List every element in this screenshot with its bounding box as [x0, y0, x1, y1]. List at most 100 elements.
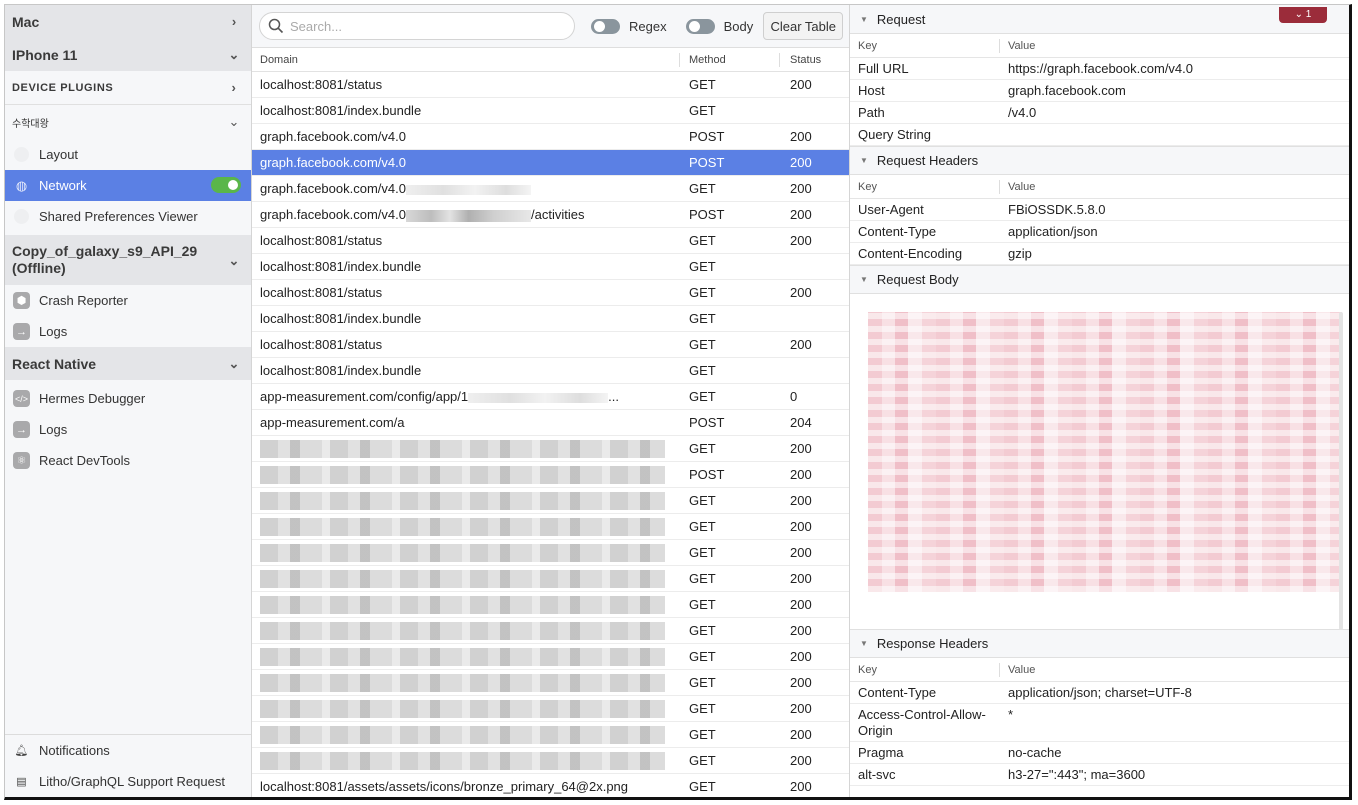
clear-table-button[interactable]: Clear Table — [763, 12, 843, 40]
kv-row[interactable]: Path/v4.0 — [850, 102, 1349, 124]
sidebar-item-shared-preferences[interactable]: Shared Preferences Viewer — [5, 201, 251, 232]
kv-row[interactable]: Content-Type application/json — [850, 221, 1349, 243]
kv-row[interactable]: Access-Control-Allow-Origin * — [850, 704, 1349, 742]
kv-row[interactable]: Query String — [850, 124, 1349, 146]
table-row[interactable]: localhost:8081/assets/assets/icons/bronz… — [252, 774, 849, 797]
redacted-path — [468, 392, 609, 403]
kv-value: * — [1008, 707, 1014, 722]
table-row[interactable]: app-measurement.com/a POST 204 — [252, 410, 849, 436]
table-row[interactable]: GET 200 — [252, 540, 849, 566]
table-row[interactable]: GET 200 — [252, 566, 849, 592]
search-input[interactable] — [290, 18, 560, 34]
body-toggle[interactable]: Body — [685, 18, 753, 34]
table-row[interactable]: localhost:8081/status GET 200 — [252, 228, 849, 254]
table-row[interactable]: GET 200 — [252, 436, 849, 462]
table-row[interactable]: localhost:8081/index.bundle GET — [252, 306, 849, 332]
kv-row[interactable]: User-Agent FBiOSSDK.5.8.0 — [850, 199, 1349, 221]
kv-key: alt-svc — [858, 766, 896, 782]
kv-row[interactable]: Content-Type application/json; charset=UT… — [850, 682, 1349, 704]
kv-row[interactable]: alt-svc h3-27=":443"; ma=3600 — [850, 764, 1349, 786]
cell-domain — [252, 569, 679, 588]
section-response-headers-header[interactable]: ▼ Response Headers — [850, 629, 1349, 658]
kv-row[interactable]: Pragma no-cache — [850, 742, 1349, 764]
section-request-header[interactable]: ▼ Request — [850, 5, 1349, 34]
table-row[interactable]: graph.facebook.com/v4.0/activities POST 20… — [252, 202, 849, 228]
table-row[interactable]: localhost:8081/index.bundle GET — [252, 98, 849, 124]
sidebar-item-support-request[interactable]: ▤ Litho/GraphQL Support Request — [5, 766, 251, 797]
regex-switch[interactable] — [591, 18, 620, 34]
kv-row[interactable]: Host graph.facebook.com — [850, 80, 1349, 102]
domain-suffix: ... — [608, 389, 619, 404]
sidebar-item-rn-logs[interactable]: → Logs — [5, 414, 251, 445]
table-row[interactable]: graph.facebook.com/v4.0 POST 200 — [252, 124, 849, 150]
table-row[interactable]: graph.facebook.com/v4.0 POST 200 — [252, 150, 849, 176]
body-switch[interactable] — [685, 18, 715, 34]
cell-domain: localhost:8081/assets/assets/icons/bronz… — [252, 779, 679, 794]
table-row[interactable]: localhost:8081/status GET 200 — [252, 332, 849, 358]
device-plugins-header[interactable]: DEVICE PLUGINS › — [5, 71, 251, 105]
domain-text: graph.facebook.com/v4.0 — [260, 181, 406, 196]
sidebar-item-hermes-debugger[interactable]: </> Hermes Debugger — [5, 383, 251, 414]
section-request-body-header[interactable]: ▼ Request Body — [850, 265, 1349, 294]
flipper-window: Mac › IPhone 11 ⌄ DEVICE PLUGINS › 수학대왕 … — [4, 4, 1352, 800]
sidebar-item-logs[interactable]: → Logs — [5, 316, 251, 347]
notification-badge[interactable]: ⌄ 1 — [1279, 7, 1327, 23]
kv-key: Content-Type — [858, 684, 937, 700]
request-body-scrollbar[interactable] — [1339, 312, 1343, 630]
device-iphone[interactable]: IPhone 11 ⌄ — [5, 38, 251, 71]
sidebar-item-crash-reporter[interactable]: ⬢ Crash Reporter — [5, 285, 251, 316]
table-row[interactable]: graph.facebook.com/v4.0 GET 200 — [252, 176, 849, 202]
column-header-method[interactable]: Method — [679, 52, 779, 67]
cell-domain — [252, 621, 679, 640]
table-row[interactable]: GET 200 — [252, 514, 849, 540]
kv-row[interactable]: Content-Encoding gzip — [850, 243, 1349, 265]
cell-method: POST — [689, 155, 725, 170]
domain-text: localhost:8081/status — [260, 337, 383, 352]
cell-method: GET — [689, 623, 716, 638]
column-header-domain[interactable]: Domain — [252, 54, 679, 66]
table-row[interactable]: localhost:8081/status GET 200 — [252, 72, 849, 98]
table-row[interactable]: GET 200 — [252, 488, 849, 514]
bell-icon: 🔔︎ — [14, 745, 29, 757]
cell-status: 200 — [790, 467, 812, 482]
domain-text: localhost:8081/status — [260, 285, 383, 300]
network-plugin-toggle[interactable] — [211, 177, 241, 193]
sidebar-item-layout[interactable]: Layout — [5, 139, 251, 170]
domain-text: localhost:8081/index.bundle — [260, 103, 422, 118]
table-row[interactable]: app-measurement.com/config/app/1... GET 0 — [252, 384, 849, 410]
table-row[interactable]: GET 200 — [252, 748, 849, 774]
table-row[interactable]: localhost:8081/status GET 200 — [252, 280, 849, 306]
section-request-headers-header[interactable]: ▼ Request Headers — [850, 146, 1349, 175]
device-mac[interactable]: Mac › — [5, 5, 251, 38]
redacted-domain — [260, 647, 665, 666]
kv-key: Access-Control-Allow-Origin — [858, 707, 986, 738]
device-react-native[interactable]: React Native ⌄ — [5, 347, 251, 380]
response-headers-rows: Content-Type application/json; charset=UT… — [850, 682, 1349, 786]
device-react-native-label: React Native — [12, 355, 97, 372]
table-row[interactable]: GET 200 — [252, 618, 849, 644]
table-row[interactable]: GET 200 — [252, 722, 849, 748]
regex-toggle[interactable]: Regex — [591, 18, 667, 34]
sidebar-item-network[interactable]: ◍ Network — [5, 170, 251, 201]
app-group-header[interactable]: 수학대왕 ⌄ — [5, 105, 251, 139]
cell-method: POST — [689, 415, 725, 430]
cell-status: 200 — [790, 571, 812, 586]
table-row[interactable]: GET 200 — [252, 670, 849, 696]
table-row[interactable]: localhost:8081/index.bundle GET — [252, 254, 849, 280]
cell-domain — [252, 465, 679, 484]
preferences-icon — [14, 209, 29, 224]
table-row[interactable]: GET 200 — [252, 592, 849, 618]
cell-domain — [252, 439, 679, 458]
cell-method: GET — [689, 311, 716, 326]
sidebar-item-notifications[interactable]: 🔔︎ Notifications — [5, 735, 251, 766]
table-row[interactable]: GET 200 — [252, 696, 849, 722]
table-row[interactable]: localhost:8081/index.bundle GET — [252, 358, 849, 384]
table-row[interactable]: POST 200 — [252, 462, 849, 488]
table-row[interactable]: GET 200 — [252, 644, 849, 670]
sidebar-item-react-devtools[interactable]: ⚛ React DevTools — [5, 445, 251, 476]
device-galaxy[interactable]: Copy_of_galaxy_s9_API_29 (Offline) ⌄ — [5, 235, 251, 285]
column-header-status[interactable]: Status — [779, 52, 849, 67]
search-box[interactable] — [259, 12, 575, 40]
kv-row[interactable]: Full URL https://graph.facebook.com/v4.0 — [850, 58, 1349, 80]
kv-table-header: Key Value — [850, 658, 1349, 682]
